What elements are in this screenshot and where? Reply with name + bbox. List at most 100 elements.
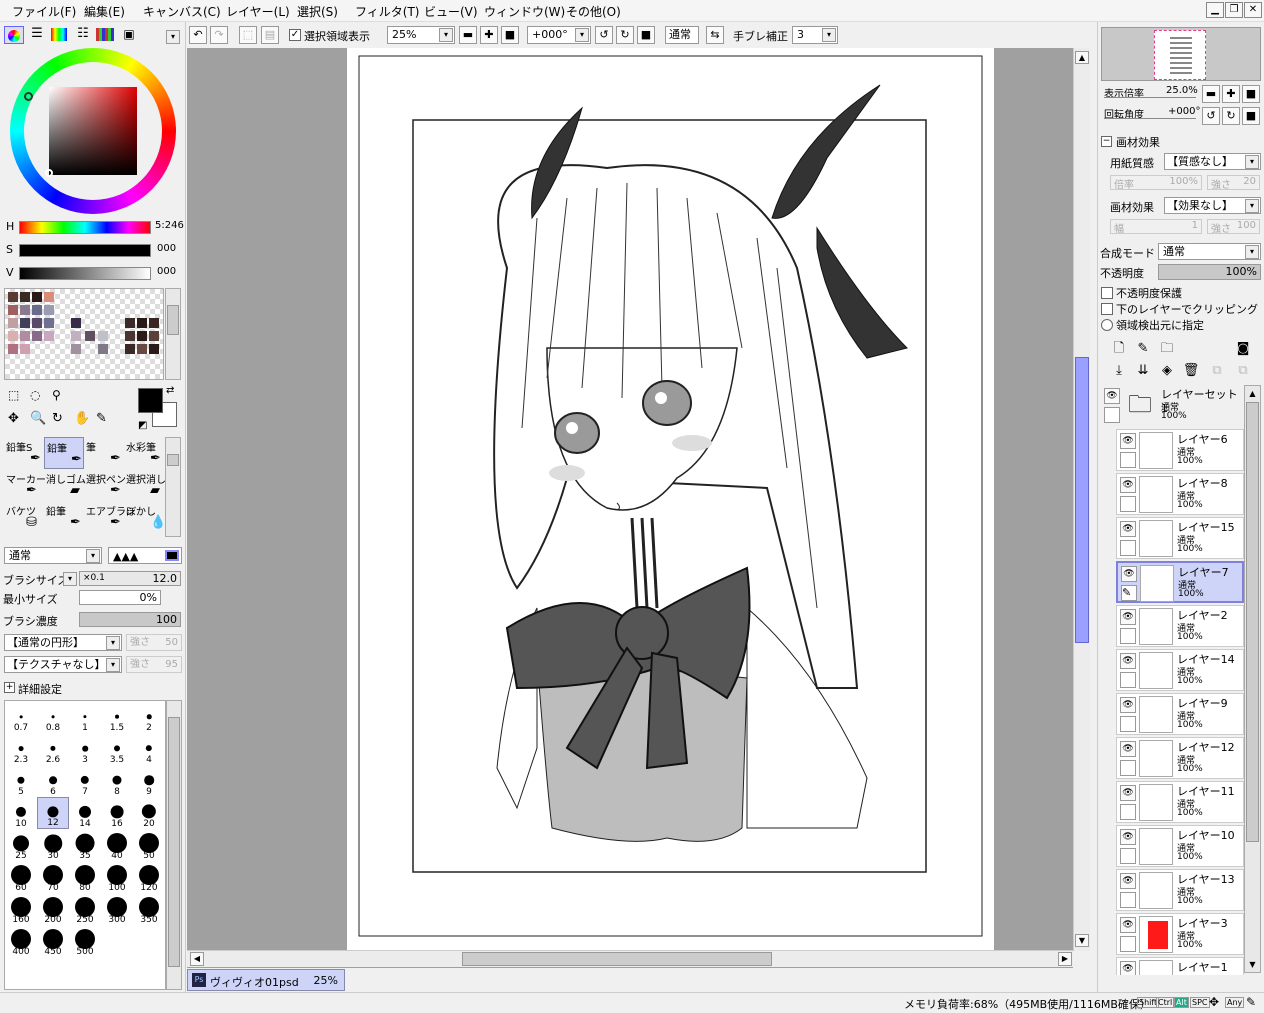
clear-layer-icon[interactable]: ◈ <box>1158 362 1176 380</box>
brush-size-preset[interactable]: 4 <box>133 733 165 765</box>
brush-size-preset[interactable]: 2.3 <box>5 733 37 765</box>
rotation-reset-button[interactable]: ■ <box>637 26 655 44</box>
nav-zoom-slider[interactable] <box>1104 97 1196 98</box>
brush-size-preset[interactable]: 25 <box>5 829 37 861</box>
tool-marker[interactable]: マーカー ✒ <box>4 469 46 501</box>
mixer-icon[interactable]: ☷ <box>74 26 92 44</box>
hue-slider[interactable] <box>19 221 151 234</box>
brush-size-preset[interactable]: 350 <box>133 893 165 925</box>
brush-size-preset[interactable]: 1.5 <box>101 701 133 733</box>
flip-horizontal-button[interactable]: ⇆ <box>706 26 724 44</box>
visibility-eye-icon[interactable]: 👁 <box>1120 609 1136 625</box>
collapse-icon[interactable]: − <box>1101 136 1112 147</box>
color-swatch-palette[interactable] <box>4 288 164 380</box>
nav-rotation-slider[interactable] <box>1104 118 1196 119</box>
visibility-eye-icon[interactable]: 👁 <box>1120 741 1136 757</box>
tool-eraser[interactable]: 消しゴム ▰ <box>44 469 86 501</box>
layer-mask-icon[interactable]: ◙ <box>1234 340 1252 358</box>
rotate-icon[interactable]: ↻ <box>52 411 70 429</box>
visibility-eye-icon[interactable]: 👁 <box>1120 785 1136 801</box>
layer-blend-select[interactable]: 通常 ▾ <box>1158 243 1261 260</box>
detail-settings-label[interactable]: 詳細設定 <box>18 681 62 697</box>
effect-strength-field[interactable]: 強さ 100 <box>1207 219 1260 235</box>
layer-select-checkbox[interactable] <box>1120 672 1136 688</box>
brush-size-preset[interactable]: 0.8 <box>37 701 69 733</box>
rect-select-icon[interactable]: ⬚ <box>8 388 26 406</box>
nav-zoom-out-button[interactable]: ▬ <box>1202 85 1220 103</box>
clipping-checkbox[interactable] <box>1101 303 1113 315</box>
menu-filter[interactable]: フィルタ(T) <box>355 3 419 20</box>
layer-row[interactable]: 👁 レイヤー13 通常 100% <box>1116 869 1244 911</box>
layer-select-checkbox[interactable] <box>1120 540 1136 556</box>
new-linework-layer-icon[interactable]: ✎ <box>1134 340 1152 358</box>
brush-size-preset[interactable]: 1 <box>69 701 101 733</box>
brush-size-preset[interactable]: 10 <box>5 797 37 829</box>
saturation-slider[interactable] <box>19 244 151 257</box>
brush-shape-presets[interactable]: ▲▲▲ <box>108 547 182 564</box>
brush-size-preset[interactable]: 3.5 <box>101 733 133 765</box>
hsv-slider-icon[interactable] <box>51 28 67 41</box>
brush-size-preset[interactable]: 8 <box>101 765 133 797</box>
nav-rotate-right-button[interactable]: ↻ <box>1222 107 1240 125</box>
brush-mode-select[interactable]: 通常 ▾ <box>4 547 102 564</box>
redo-button[interactable]: ↷ <box>210 26 228 44</box>
tool-airbrush[interactable]: エアブラシ ✒ <box>84 501 136 533</box>
saturation-value-square[interactable] <box>49 87 137 175</box>
visibility-eye-icon[interactable]: 👁 <box>1121 566 1137 582</box>
brush-size-preset[interactable]: 9 <box>133 765 165 797</box>
brush-size-preset[interactable]: 80 <box>69 861 101 893</box>
visibility-eye-icon[interactable]: 👁 <box>1120 521 1136 537</box>
brush-grid-scrollbar[interactable] <box>166 700 182 990</box>
size-multiplier-dropdown[interactable]: ▾ <box>63 572 77 586</box>
layer-select-checkbox[interactable] <box>1120 760 1136 776</box>
visibility-eye-icon[interactable]: 👁 <box>1120 917 1136 933</box>
layer-select-checkbox[interactable] <box>1120 496 1136 512</box>
brush-size-preset[interactable]: 400 <box>5 925 37 957</box>
color-wheel-mode-icon[interactable] <box>4 26 24 44</box>
layer-row[interactable]: 👁 レイヤー9 通常 100% <box>1116 693 1244 735</box>
visibility-eye-icon[interactable]: 👁 <box>1120 433 1136 449</box>
brush-shape-select[interactable]: 【通常の円形】 ▾ <box>4 634 122 651</box>
layer-select-checkbox[interactable] <box>1104 407 1120 423</box>
tool-brush[interactable]: 筆 ✒ <box>84 437 124 469</box>
visibility-eye-icon[interactable]: 👁 <box>1120 477 1136 493</box>
layer-select-checkbox[interactable]: ✎ <box>1121 585 1137 601</box>
brush-size-preset[interactable]: 60 <box>5 861 37 893</box>
layer-select-checkbox[interactable] <box>1120 452 1136 468</box>
undo-button[interactable]: ↶ <box>189 26 207 44</box>
tool-scrollbar[interactable] <box>165 437 181 537</box>
brush-size-preset[interactable]: 160 <box>5 893 37 925</box>
transfer-up-icon[interactable]: ⧉ <box>1234 362 1252 380</box>
brush-size-preset[interactable]: 35 <box>69 829 101 861</box>
zoom-icon[interactable]: 🔍 <box>30 411 48 429</box>
brush-texture-select[interactable]: 【テクスチャなし】 ▾ <box>4 656 122 673</box>
tool-pencil-s[interactable]: 鉛筆S ✒ <box>4 437 44 469</box>
brush-density-slider[interactable]: 100 <box>79 612 181 627</box>
document-tab[interactable]: Ps ヴィヴィオ01psd 25% <box>187 969 345 991</box>
brush-size-preset[interactable]: 70 <box>37 861 69 893</box>
brush-size-preset[interactable]: 0.7 <box>5 701 37 733</box>
menu-file[interactable]: ファイル(F) <box>12 3 76 20</box>
visibility-eye-icon[interactable]: 👁 <box>1120 829 1136 845</box>
shape-strength-field[interactable]: 強さ 50 <box>126 634 182 651</box>
swatch-mode-icon[interactable] <box>96 28 114 41</box>
move-icon[interactable]: ✥ <box>8 411 26 429</box>
menu-layer[interactable]: レイヤー(L) <box>226 3 290 20</box>
brush-size-preset[interactable]: 6 <box>37 765 69 797</box>
stabilizer-field[interactable]: 3 ▾ <box>792 26 838 44</box>
color-panel-menu-icon[interactable]: ▾ <box>166 30 180 44</box>
menu-other[interactable]: その他(O) <box>566 3 621 20</box>
brush-size-preset[interactable]: 40 <box>101 829 133 861</box>
new-folder-icon[interactable]: 🗀 <box>1158 340 1176 358</box>
canvas-vertical-scrollbar[interactable]: ▲ ▼ <box>1073 48 1090 951</box>
paper-scale-field[interactable]: 倍率 100% <box>1110 175 1202 191</box>
expand-icon[interactable]: + <box>4 682 15 693</box>
magic-wand-icon[interactable]: ⚲ <box>52 388 70 406</box>
brush-size-preset[interactable]: 2 <box>133 701 165 733</box>
tool-pencil[interactable]: 鉛筆 ✒ <box>44 437 84 469</box>
brush-size-preset[interactable]: 3 <box>69 733 101 765</box>
rgb-slider-icon[interactable]: ☰ <box>28 26 46 44</box>
minimize-button[interactable]: ▁ <box>1206 2 1224 18</box>
paper-strength-field[interactable]: 強さ 20 <box>1207 175 1260 191</box>
maximize-button[interactable]: ❐ <box>1225 2 1243 18</box>
